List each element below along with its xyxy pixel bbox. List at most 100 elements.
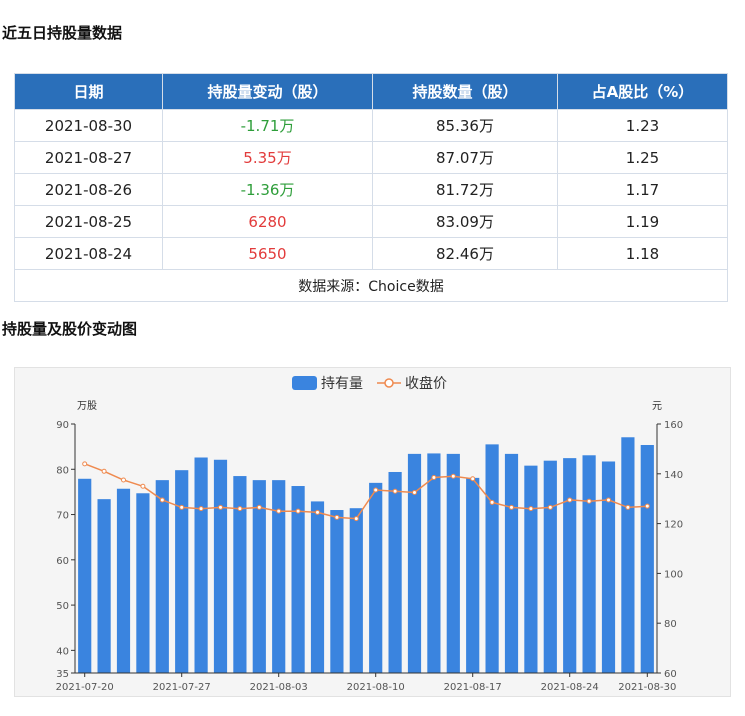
cell-date: 2021-08-27 bbox=[14, 141, 163, 174]
price-point bbox=[644, 503, 650, 509]
bar-holdings bbox=[78, 478, 92, 673]
left-tick-label: 60 bbox=[56, 556, 69, 567]
cell-date: 2021-08-24 bbox=[14, 237, 163, 270]
source-row: 数据来源：Choice数据 bbox=[14, 269, 728, 302]
left-tick-label: 70 bbox=[56, 511, 69, 522]
bar-holdings bbox=[640, 445, 654, 673]
bar-holdings bbox=[543, 460, 557, 673]
cell-ratio: 1.18 bbox=[557, 237, 728, 270]
bar-holdings bbox=[407, 453, 422, 673]
cell-change: 5650 bbox=[162, 237, 373, 270]
table-row: 2021-08-27 5.35万 87.07万 1.25 bbox=[14, 141, 728, 174]
right-axis-unit: 元 bbox=[652, 401, 662, 412]
x-tick-label: 2021-08-17 bbox=[444, 682, 502, 693]
bar-holdings bbox=[369, 482, 383, 673]
price-point bbox=[528, 506, 534, 512]
bar-holdings bbox=[601, 461, 616, 673]
legend-bar-swatch bbox=[292, 376, 317, 390]
x-tick-label: 2021-08-03 bbox=[250, 682, 308, 693]
price-point bbox=[237, 506, 243, 512]
bar-holdings bbox=[291, 486, 305, 673]
line-close-price bbox=[84, 463, 648, 520]
left-tick-label: 50 bbox=[56, 601, 69, 612]
price-point bbox=[218, 504, 223, 510]
price-point bbox=[625, 504, 631, 510]
bar-holdings bbox=[621, 437, 635, 673]
cell-date: 2021-08-25 bbox=[14, 205, 163, 238]
left-axis-unit: 万股 bbox=[77, 400, 97, 412]
cell-date: 2021-08-26 bbox=[14, 173, 163, 206]
bar-holdings bbox=[233, 476, 247, 673]
price-point bbox=[276, 508, 282, 514]
cell-ratio: 1.25 bbox=[557, 141, 728, 174]
left-tick-label: 90 bbox=[56, 420, 69, 431]
price-point bbox=[256, 504, 262, 510]
x-tick-label: 2021-08-30 bbox=[618, 682, 676, 693]
price-point bbox=[140, 483, 146, 489]
price-point bbox=[450, 473, 456, 479]
col-header-change: 持股量变动（股） bbox=[162, 73, 373, 110]
bar-holdings bbox=[466, 477, 480, 673]
x-tick-label: 2021-07-20 bbox=[56, 682, 114, 693]
price-point bbox=[121, 477, 126, 483]
table-row: 2021-08-30 -1.71万 85.36万 1.23 bbox=[14, 109, 728, 142]
cell-change: -1.71万 bbox=[162, 109, 373, 142]
cell-date: 2021-08-30 bbox=[14, 109, 163, 142]
bar-holdings bbox=[194, 457, 208, 673]
right-tick-label: 60 bbox=[664, 669, 677, 680]
bar-holdings bbox=[349, 508, 363, 673]
bar-holdings bbox=[330, 510, 344, 673]
left-tick-label: 40 bbox=[56, 646, 69, 657]
cell-ratio: 1.23 bbox=[557, 109, 728, 142]
bar-holdings bbox=[524, 465, 538, 673]
x-tick-label: 2021-08-10 bbox=[347, 682, 405, 693]
price-point bbox=[295, 508, 301, 514]
cell-shares: 83.09万 bbox=[372, 205, 558, 238]
section-title-chart: 持股量及股价变动图 bbox=[2, 320, 138, 338]
col-header-date: 日期 bbox=[14, 73, 163, 110]
bar-holdings bbox=[116, 488, 131, 673]
price-point bbox=[315, 509, 320, 515]
bar-holdings bbox=[136, 493, 150, 673]
price-point bbox=[179, 504, 185, 510]
bar-holdings bbox=[582, 455, 596, 673]
price-point bbox=[470, 476, 476, 482]
right-tick-label: 120 bbox=[664, 520, 683, 531]
left-tick-label: 35 bbox=[56, 669, 69, 680]
price-point bbox=[101, 468, 107, 474]
cell-change: 6280 bbox=[162, 205, 373, 238]
price-point bbox=[412, 489, 417, 495]
bar-holdings bbox=[155, 480, 169, 673]
data-source: 数据来源：Choice数据 bbox=[14, 269, 728, 302]
bar-holdings bbox=[175, 470, 189, 673]
legend-label-holdings: 持有量 bbox=[321, 376, 363, 392]
price-point bbox=[431, 475, 437, 481]
table-row: 2021-08-26 -1.36万 81.72万 1.17 bbox=[14, 173, 728, 206]
cell-change: 5.35万 bbox=[162, 141, 373, 174]
table-header-row: 日期 持股量变动（股） 持股数量（股） 占A股比（%） bbox=[14, 73, 728, 110]
right-tick-label: 80 bbox=[664, 619, 677, 630]
bar-holdings bbox=[485, 444, 499, 673]
col-header-ratio: 占A股比（%） bbox=[557, 73, 728, 110]
cell-shares: 81.72万 bbox=[372, 173, 558, 206]
bar-holdings bbox=[427, 453, 441, 673]
bar-holdings bbox=[504, 453, 519, 673]
chart-container: 持有量 收盘价 万股 元 35 40 50 60 70 80 90 60 80 100 120 140 160 2… bbox=[14, 367, 731, 697]
cell-shares: 82.46万 bbox=[372, 237, 558, 270]
price-point bbox=[373, 487, 379, 493]
bar-holdings bbox=[388, 471, 402, 673]
table-row: 2021-08-25 6280 83.09万 1.19 bbox=[14, 205, 728, 238]
price-point bbox=[198, 506, 204, 512]
price-point bbox=[509, 504, 514, 510]
col-header-shares: 持股数量（股） bbox=[372, 73, 558, 110]
section-title-holdings: 近五日持股量数据 bbox=[2, 24, 123, 42]
cell-ratio: 1.19 bbox=[557, 205, 728, 238]
price-point bbox=[159, 497, 165, 503]
price-point bbox=[334, 514, 340, 520]
cell-change: -1.36万 bbox=[162, 173, 373, 206]
price-point bbox=[547, 504, 553, 510]
cell-ratio: 1.17 bbox=[557, 173, 728, 206]
bar-holdings bbox=[97, 499, 111, 673]
bar-holdings bbox=[446, 453, 460, 673]
bar-holdings bbox=[310, 501, 325, 673]
